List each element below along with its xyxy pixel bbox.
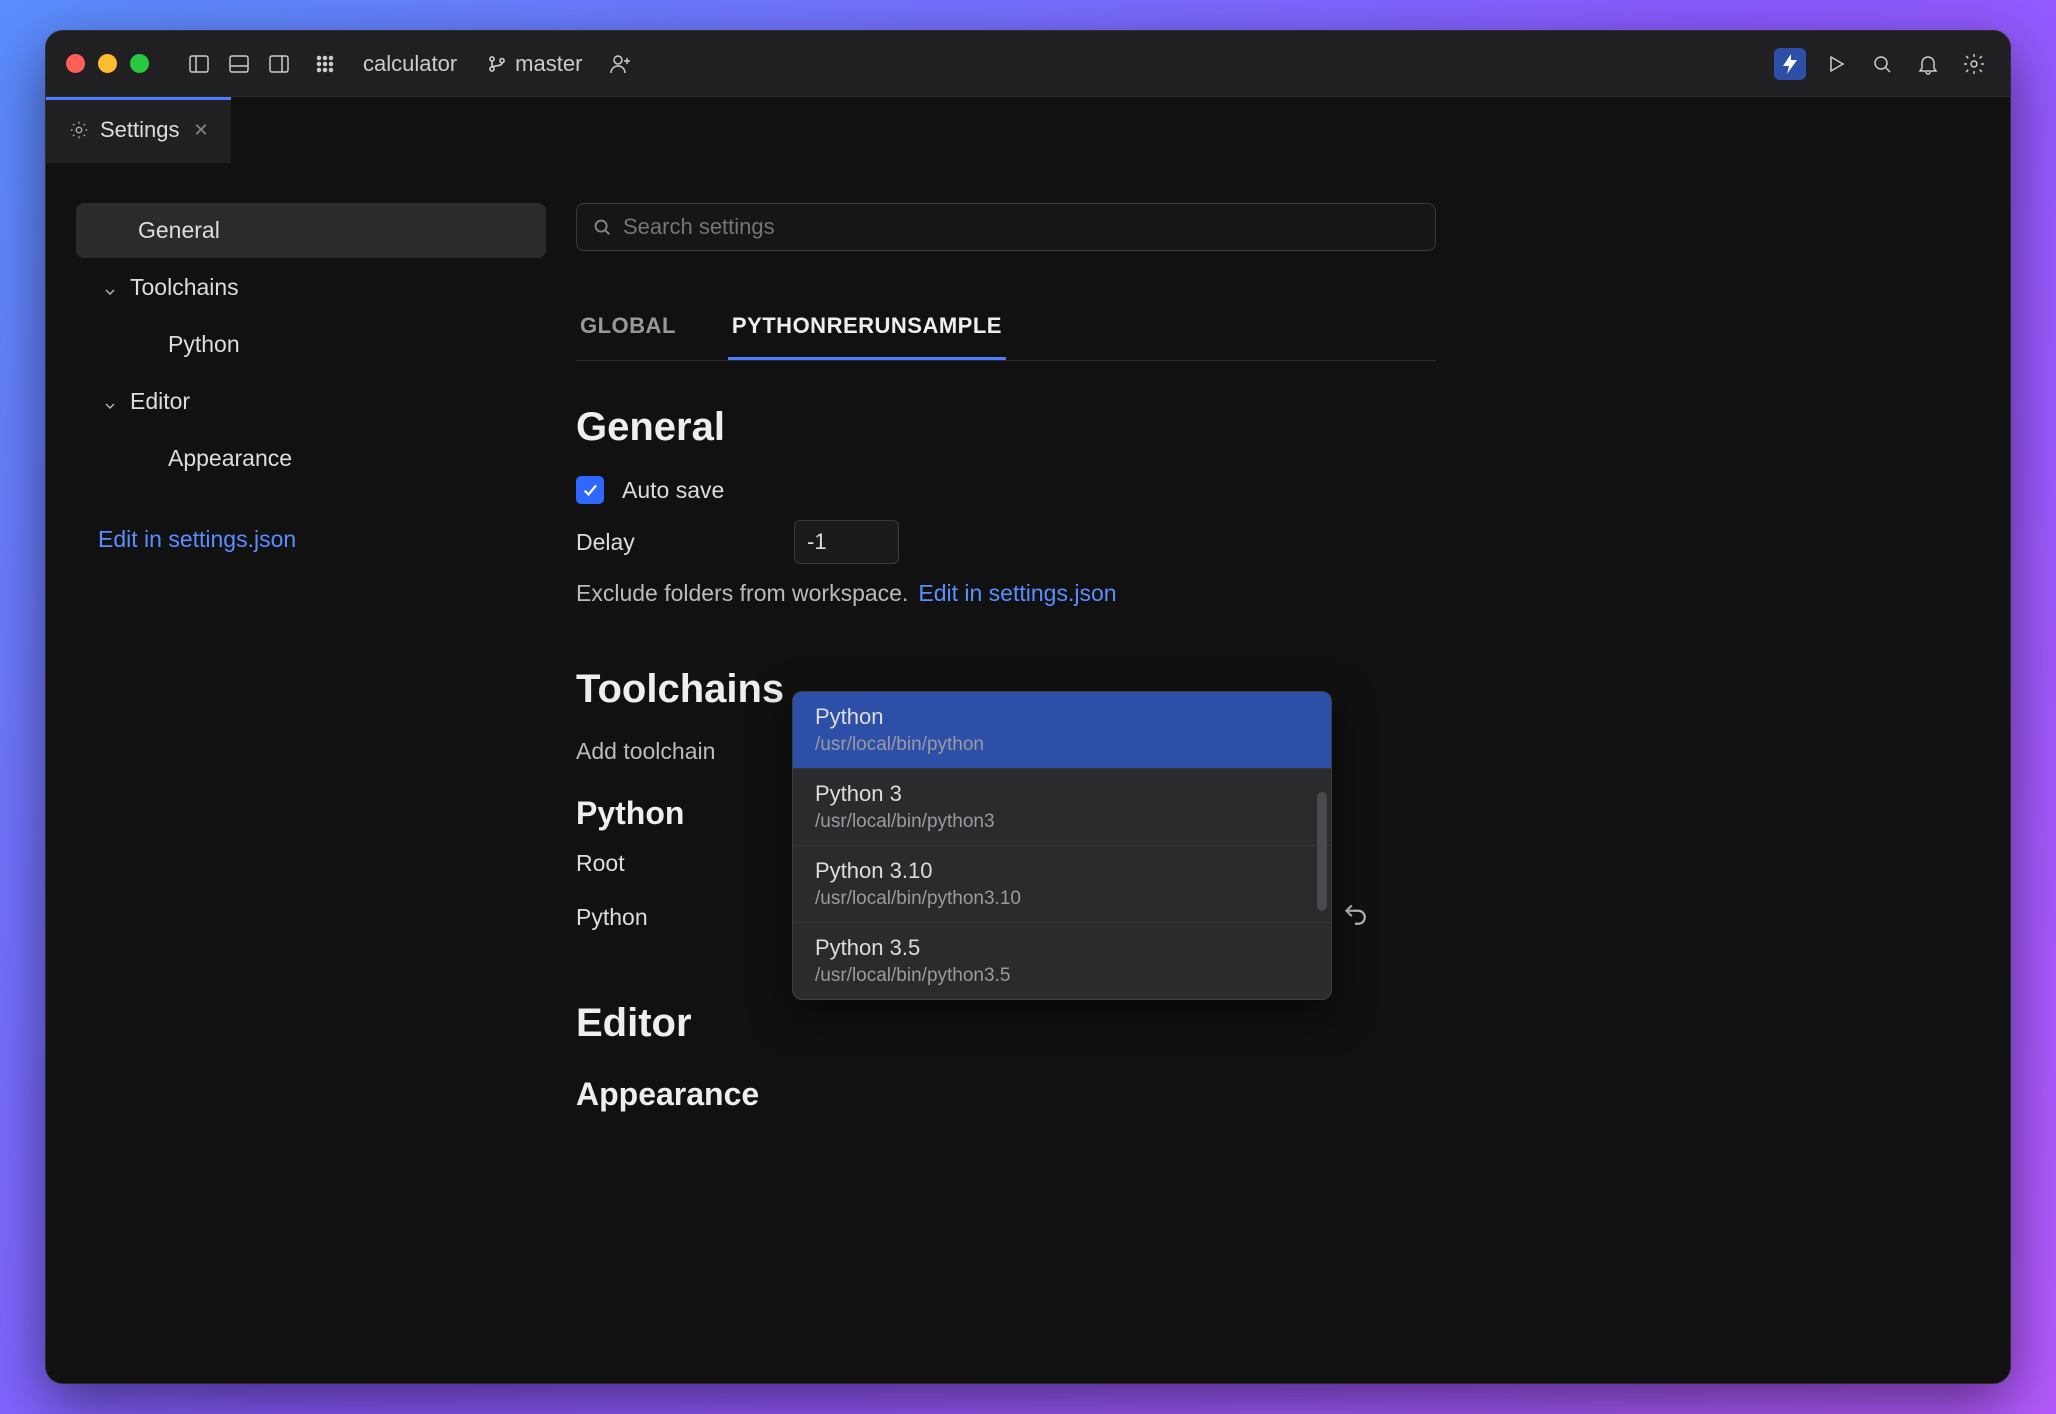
delay-input[interactable] — [794, 520, 899, 564]
nav-label: Toolchains — [130, 274, 239, 301]
delay-row: Delay — [576, 520, 1436, 564]
tabstrip: Settings ✕ — [46, 97, 2010, 163]
nav-toolchains[interactable]: Toolchains — [76, 260, 546, 315]
dd-path: /usr/local/bin/python3.5 — [815, 965, 1309, 987]
branch-label: master — [515, 51, 582, 77]
window: calculator master Settings ✕ General — [45, 30, 2011, 1384]
nav-appearance[interactable]: Appearance — [76, 431, 546, 486]
content: GLOBAL PYTHONRERUNSAMPLE General Auto sa… — [576, 163, 1436, 1383]
panel-bottom-icon[interactable] — [223, 48, 255, 80]
nav-label: Editor — [130, 388, 190, 415]
dd-path: /usr/local/bin/python3.10 — [815, 888, 1309, 910]
bell-icon[interactable] — [1912, 48, 1944, 80]
nav-editor[interactable]: Editor — [76, 374, 546, 429]
search-icon — [591, 216, 613, 238]
nav-python[interactable]: Python — [76, 317, 546, 372]
delay-label: Delay — [576, 529, 776, 556]
section-title: Editor — [576, 1001, 1436, 1046]
appearance-title: Appearance — [576, 1076, 1436, 1113]
add-user-icon[interactable] — [604, 48, 636, 80]
section-title: General — [576, 405, 1436, 450]
autosave-label: Auto save — [622, 477, 724, 504]
search-icon[interactable] — [1866, 48, 1898, 80]
nav-label: Appearance — [168, 445, 292, 472]
root-label: Root — [576, 850, 776, 877]
add-toolchain-label: Add toolchain — [576, 738, 715, 765]
dd-path: /usr/local/bin/python — [815, 734, 1309, 756]
edit-settings-json-link[interactable]: Edit in settings.json — [76, 516, 546, 563]
python-dropdown: Python /usr/local/bin/python Python 3 /u… — [792, 691, 1332, 1000]
minimize-window[interactable] — [98, 54, 117, 73]
dropdown-item[interactable]: Python /usr/local/bin/python — [793, 692, 1331, 768]
tab-settings[interactable]: Settings ✕ — [46, 97, 231, 163]
exclude-link[interactable]: Edit in settings.json — [918, 580, 1116, 607]
nav: General Toolchains Python Editor Appeara… — [76, 203, 546, 486]
tab-label: Settings — [100, 117, 180, 143]
settings-icon — [68, 119, 90, 141]
dropdown-item[interactable]: Python 3.10 /usr/local/bin/python3.10 — [793, 845, 1331, 922]
python-label: Python — [576, 904, 776, 931]
close-window[interactable] — [66, 54, 85, 73]
close-icon[interactable]: ✕ — [194, 120, 209, 141]
traffic-lights — [66, 54, 149, 73]
body: General Toolchains Python Editor Appeara… — [46, 163, 2010, 1383]
nav-general[interactable]: General — [76, 203, 546, 258]
nav-label: General — [138, 217, 220, 244]
scrollbar[interactable] — [1317, 792, 1327, 911]
autosave-checkbox[interactable] — [576, 476, 604, 504]
exclude-row: Exclude folders from workspace. Edit in … — [576, 580, 1436, 607]
dd-name: Python 3.5 — [815, 935, 1309, 961]
search-input[interactable] — [576, 203, 1436, 251]
titlebar: calculator master — [46, 31, 2010, 97]
panel-left-icon[interactable] — [183, 48, 215, 80]
panel-right-icon[interactable] — [263, 48, 295, 80]
check-icon — [581, 481, 599, 499]
dd-name: Python — [815, 704, 1309, 730]
dd-path: /usr/local/bin/python3 — [815, 811, 1309, 833]
nav-label: Python — [168, 331, 240, 358]
git-branch[interactable]: master — [487, 51, 582, 77]
exclude-text: Exclude folders from workspace. — [576, 580, 908, 607]
dropdown-item[interactable]: Python 3.5 /usr/local/bin/python3.5 — [793, 922, 1331, 999]
dd-name: Python 3 — [815, 781, 1309, 807]
chevron-down-icon — [102, 393, 120, 411]
gear-icon[interactable] — [1958, 48, 1990, 80]
sidebar: General Toolchains Python Editor Appeara… — [46, 163, 576, 1383]
scope-global[interactable]: GLOBAL — [576, 299, 680, 360]
search-field[interactable] — [623, 214, 1421, 240]
dropdown-item[interactable]: Python 3 /usr/local/bin/python3 — [793, 768, 1331, 845]
project-name[interactable]: calculator — [363, 51, 457, 77]
dd-name: Python 3.10 — [815, 858, 1309, 884]
scope-project[interactable]: PYTHONRERUNSAMPLE — [728, 299, 1006, 360]
section-general: General Auto save Delay Exclude folders … — [576, 361, 1436, 623]
chevron-down-icon — [102, 279, 120, 297]
lightning-icon[interactable] — [1774, 48, 1806, 80]
scope-tabs: GLOBAL PYTHONRERUNSAMPLE — [576, 299, 1436, 361]
play-icon[interactable] — [1820, 48, 1852, 80]
autosave-row: Auto save — [576, 476, 1436, 504]
undo-button[interactable] — [1342, 901, 1368, 933]
zoom-window[interactable] — [130, 54, 149, 73]
grid-icon[interactable] — [309, 48, 341, 80]
